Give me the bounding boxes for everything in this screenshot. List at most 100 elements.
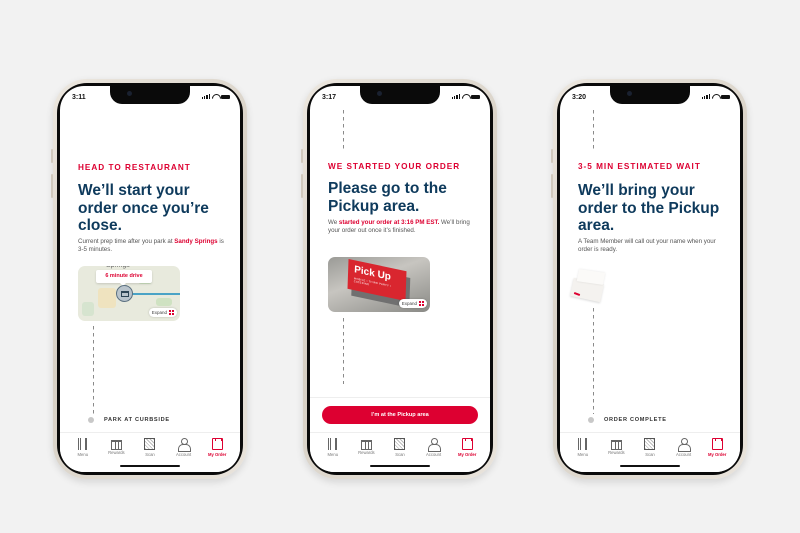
- map-park: [82, 302, 94, 316]
- side-button: [301, 149, 303, 163]
- tab-label: Account: [426, 452, 442, 457]
- expand-icon: [169, 310, 174, 315]
- progress-line: [343, 318, 344, 384]
- next-step-label: ORDER COMPLETE: [604, 417, 667, 423]
- tab-label: Menu: [327, 452, 339, 457]
- progress-line: [593, 308, 594, 414]
- order-started-text: We started your order at 3:16 PM EST. We…: [328, 219, 476, 236]
- tab-my-order[interactable]: My Order: [454, 438, 480, 472]
- tab-label: My Order: [207, 452, 227, 457]
- gift-icon: [360, 440, 372, 450]
- side-button: [51, 149, 53, 163]
- home-indicator[interactable]: [120, 464, 180, 467]
- progress-line: [343, 110, 344, 152]
- tab-menu[interactable]: Menu: [570, 438, 596, 472]
- home-indicator[interactable]: [620, 464, 680, 467]
- tab-label: Menu: [577, 452, 589, 457]
- camera-icon: [377, 91, 382, 96]
- camera-icon: [127, 91, 132, 96]
- tab-menu[interactable]: Menu: [70, 438, 96, 472]
- home-indicator[interactable]: [370, 464, 430, 467]
- at-pickup-area-button[interactable]: I’m at the Pickup area: [322, 406, 478, 424]
- step-dot: [88, 417, 94, 423]
- signal-icon: [701, 94, 710, 99]
- pickup-photo[interactable]: Pick Up MOBILE • THIRD PARTY • CATERING E…: [328, 257, 430, 312]
- map-area: [98, 288, 116, 308]
- food-box-image: [568, 269, 606, 303]
- status-time: 3:11: [72, 94, 86, 101]
- status-eyebrow: HEAD TO RESTAURANT: [78, 163, 191, 172]
- page-title: Please go to the Pickup area.: [328, 180, 447, 215]
- divider: [310, 397, 490, 398]
- signal-icon: [451, 94, 460, 99]
- progress-line: [93, 326, 94, 414]
- phone-estimated-wait: 3:20 3-5 MIN ESTIMATED WAIT We’ll bring …: [551, 79, 747, 479]
- tab-label: Scan: [645, 452, 655, 457]
- side-button: [551, 174, 553, 198]
- next-step: PARK AT CURBSIDE: [88, 417, 170, 423]
- status-icons: [451, 94, 480, 99]
- next-step: ORDER COMPLETE: [588, 417, 667, 423]
- tab-label: Scan: [395, 452, 405, 457]
- person-icon: [428, 438, 442, 452]
- signal-icon: [201, 94, 210, 99]
- map-city-label: Springs: [106, 266, 130, 269]
- qr-code-icon: [394, 438, 406, 450]
- notch: [610, 86, 690, 104]
- expand-label: Expand: [401, 301, 417, 306]
- page-title: We’ll start your order once you’re close…: [78, 182, 209, 234]
- side-button: [301, 174, 303, 198]
- team-member-text: A Team Member will call out your name wh…: [578, 238, 716, 254]
- next-step-label: PARK AT CURBSIDE: [104, 417, 170, 423]
- tab-label: Scan: [145, 452, 155, 457]
- screen: 3:11 HEAD TO RESTAURANT We’ll start your…: [60, 86, 240, 472]
- gift-icon: [610, 440, 622, 450]
- side-button: [551, 149, 553, 163]
- status-icons: [201, 94, 230, 99]
- map-preview[interactable]: Springs 6 minute drive Expand: [78, 266, 180, 321]
- expand-icon: [419, 301, 424, 306]
- notch: [110, 86, 190, 104]
- fork-knife-icon: [77, 438, 88, 450]
- tab-label: Account: [176, 452, 192, 457]
- bag-icon: [711, 438, 723, 450]
- battery-icon: [221, 94, 230, 99]
- side-button: [51, 174, 53, 198]
- expand-button[interactable]: Expand: [148, 308, 177, 317]
- order-time: started your order at 3:16 PM EST.: [338, 219, 440, 226]
- step-dot: [588, 417, 594, 423]
- status-time: 3:17: [322, 94, 337, 101]
- tab-my-order[interactable]: My Order: [204, 438, 230, 472]
- pickup-sign: Pick Up MOBILE • THIRD PARTY • CATERING: [347, 258, 407, 302]
- qr-code-icon: [144, 438, 156, 450]
- person-icon: [678, 438, 692, 452]
- expand-button[interactable]: Expand: [398, 299, 427, 308]
- tab-label: Rewards: [358, 450, 375, 455]
- phone-head-to-restaurant: 3:11 HEAD TO RESTAURANT We’ll start your…: [51, 79, 247, 479]
- fork-knife-icon: [577, 438, 588, 450]
- bag-icon: [461, 438, 473, 450]
- battery-icon: [471, 94, 480, 99]
- wifi-icon: [212, 94, 219, 99]
- tab-label: My Order: [707, 452, 727, 457]
- wifi-icon: [462, 94, 469, 99]
- person-icon: [178, 438, 192, 452]
- notch: [360, 86, 440, 104]
- status-eyebrow: 3-5 MIN ESTIMATED WAIT: [578, 162, 701, 171]
- tab-my-order[interactable]: My Order: [704, 438, 730, 472]
- restaurant-pin-icon: [116, 285, 133, 302]
- restaurant-link[interactable]: Sandy Springs: [174, 238, 217, 245]
- camera-icon: [627, 91, 632, 96]
- map-route: [126, 293, 180, 295]
- tab-label: Menu: [77, 452, 89, 457]
- prep-time-text: Current prep time after you park at Sand…: [78, 238, 226, 255]
- screen: 3:20 3-5 MIN ESTIMATED WAIT We’ll bring …: [560, 86, 740, 472]
- body-text: Current prep time after you park at: [78, 238, 175, 245]
- tab-menu[interactable]: Menu: [320, 438, 346, 472]
- gift-icon: [110, 440, 122, 450]
- map-park: [156, 298, 172, 306]
- wifi-icon: [712, 94, 719, 99]
- tab-label: Account: [676, 452, 692, 457]
- fork-knife-icon: [327, 438, 338, 450]
- screen: 3:17 WE STARTED YOUR ORDER Please go to …: [310, 86, 490, 472]
